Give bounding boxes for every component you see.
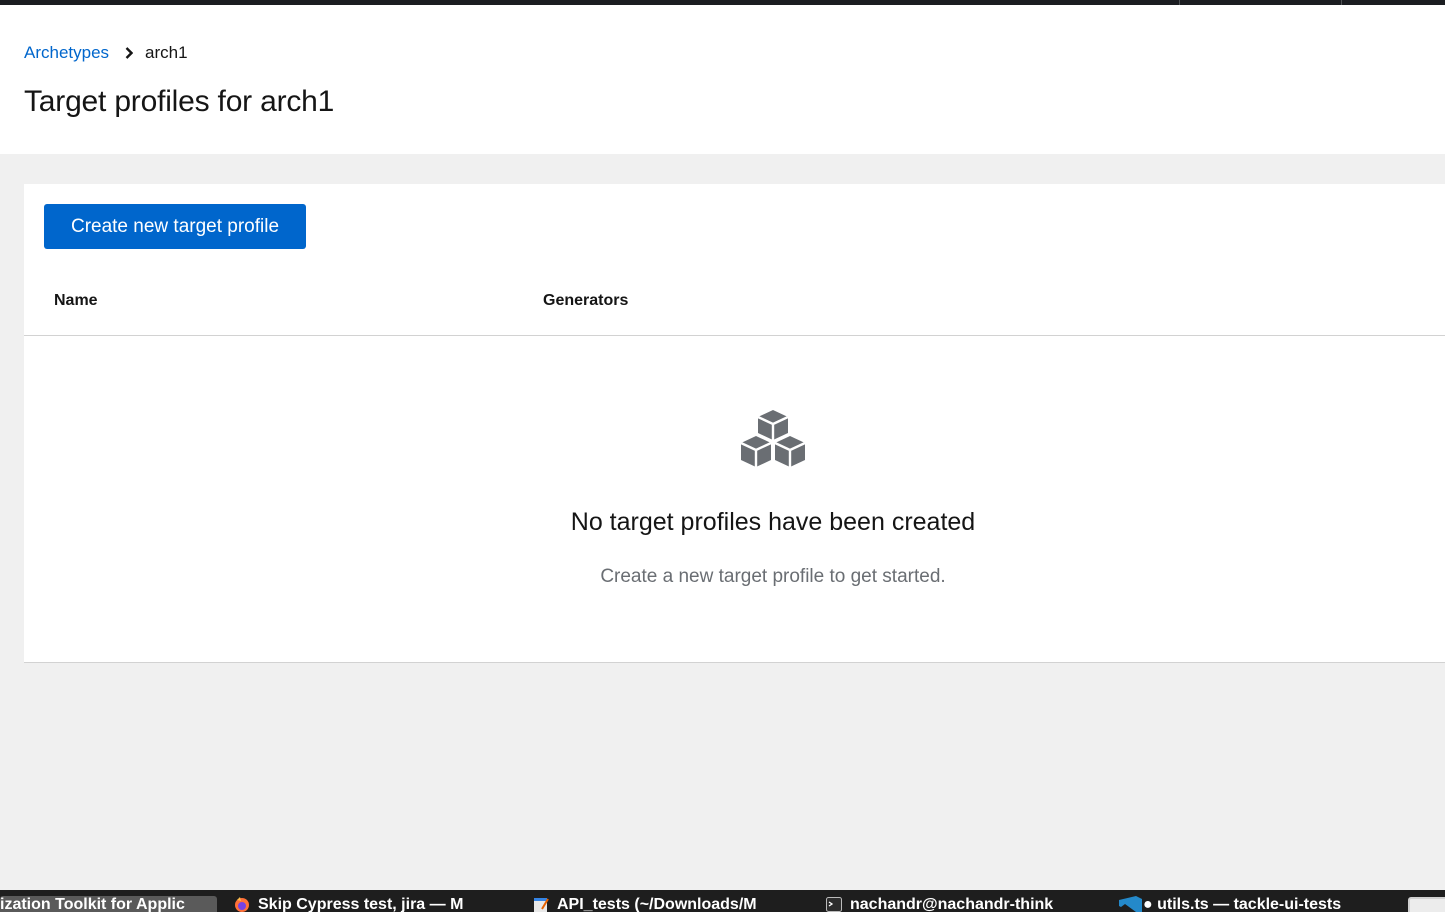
create-target-profile-button[interactable]: Create new target profile xyxy=(44,204,306,249)
vscode-icon xyxy=(1119,896,1142,912)
taskbar-item[interactable]: nachandr@nachandr-think xyxy=(826,896,1078,912)
column-header-name: Name xyxy=(54,292,98,309)
taskbar: ization Toolkit for Applic Skip Cypress … xyxy=(0,890,1445,912)
taskbar-item-label: ● utils.ts — tackle-ui-tests xyxy=(1143,896,1342,912)
page-header: Archetypes arch1 Target profiles for arc… xyxy=(0,5,1445,154)
target-profiles-card: Create new target profile Name Generator… xyxy=(24,184,1445,663)
taskbar-item-label: API_tests (~/Downloads/M xyxy=(557,896,757,912)
chevron-right-icon xyxy=(125,47,134,59)
text-editor-icon xyxy=(533,896,549,912)
table-header: Name Generators xyxy=(24,274,1445,336)
show-desktop-button[interactable] xyxy=(1408,897,1445,912)
cubes-icon xyxy=(739,409,807,474)
taskbar-item-label: ization Toolkit for Applic xyxy=(0,896,185,912)
empty-state-title: No target profiles have been created xyxy=(570,508,976,536)
firefox-icon xyxy=(234,896,250,912)
column-header-generators: Generators xyxy=(543,292,629,309)
taskbar-item[interactable]: ization Toolkit for Applic xyxy=(0,896,217,912)
page-title: Target profiles for arch1 xyxy=(24,85,335,118)
taskbar-item-label: Skip Cypress test, jira — M xyxy=(258,896,464,912)
taskbar-item[interactable]: Skip Cypress test, jira — M xyxy=(234,896,489,912)
taskbar-item[interactable]: ● utils.ts — tackle-ui-tests xyxy=(1119,896,1374,912)
breadcrumb-link-archetypes[interactable]: Archetypes xyxy=(24,43,109,63)
breadcrumb-current: arch1 xyxy=(145,43,188,62)
empty-state-body: Create a new target profile to get start… xyxy=(600,566,946,587)
terminal-icon xyxy=(826,896,842,912)
breadcrumb: Archetypes arch1 xyxy=(24,42,188,64)
taskbar-item[interactable]: API_tests (~/Downloads/M xyxy=(533,896,783,912)
taskbar-item-label: nachandr@nachandr-think xyxy=(850,896,1054,912)
